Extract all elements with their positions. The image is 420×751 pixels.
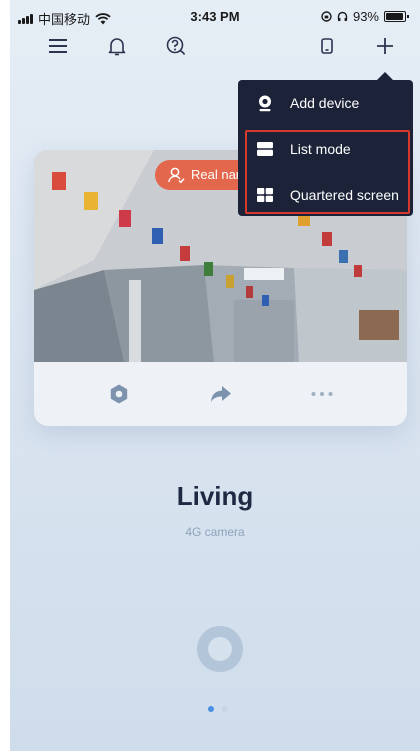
bell-icon bbox=[108, 38, 126, 56]
notifications-button[interactable] bbox=[103, 32, 131, 60]
device-type: 4G camera bbox=[185, 525, 245, 539]
settings-icon bbox=[110, 384, 128, 404]
help-icon bbox=[166, 36, 186, 55]
menu-item-quartered-screen[interactable]: Quartered screen bbox=[238, 172, 413, 218]
menu-item-add-device[interactable]: Add device bbox=[238, 80, 413, 126]
menu-item-label: List mode bbox=[290, 141, 351, 157]
page-dot-2[interactable] bbox=[222, 706, 228, 712]
badge-label: Real nar bbox=[191, 167, 241, 182]
help-button[interactable] bbox=[162, 32, 190, 60]
menu-icon bbox=[49, 39, 67, 53]
add-button[interactable] bbox=[371, 32, 399, 60]
rotation-lock-icon bbox=[321, 11, 332, 22]
page-dot-1[interactable] bbox=[208, 706, 214, 712]
headphones-icon bbox=[337, 11, 348, 21]
card-actions bbox=[34, 362, 407, 426]
battery-icon bbox=[384, 11, 409, 22]
status-bar: 中国移动 3:43 PM 93% bbox=[10, 0, 420, 30]
camera-settings-button[interactable] bbox=[107, 382, 131, 406]
app-screen: 中国移动 3:43 PM 93% Add device List mode Qu… bbox=[10, 0, 420, 751]
status-right: 93% bbox=[321, 9, 409, 24]
menu-button[interactable] bbox=[44, 32, 72, 60]
battery-percent: 93% bbox=[352, 9, 379, 24]
grid-icon bbox=[256, 186, 274, 204]
share-button[interactable] bbox=[209, 382, 233, 406]
camera-icon bbox=[256, 94, 274, 112]
battery-fill bbox=[386, 13, 403, 20]
more-button[interactable] bbox=[310, 382, 334, 406]
device-icon bbox=[321, 38, 333, 54]
more-icon bbox=[311, 392, 333, 396]
device-status-icon[interactable] bbox=[197, 626, 243, 672]
menu-item-label: Quartered screen bbox=[290, 187, 399, 203]
add-menu-dropdown: Add device List mode Quartered screen bbox=[238, 72, 413, 218]
device-button[interactable] bbox=[313, 32, 341, 60]
page-indicator bbox=[208, 706, 228, 712]
plus-icon bbox=[377, 38, 393, 54]
toolbar bbox=[10, 32, 420, 64]
menu-item-list-mode[interactable]: List mode bbox=[238, 126, 413, 172]
person-icon bbox=[168, 167, 185, 184]
menu-item-label: Add device bbox=[290, 95, 360, 111]
share-icon bbox=[211, 386, 231, 402]
list-icon bbox=[256, 140, 274, 158]
device-name: Living bbox=[176, 481, 254, 511]
